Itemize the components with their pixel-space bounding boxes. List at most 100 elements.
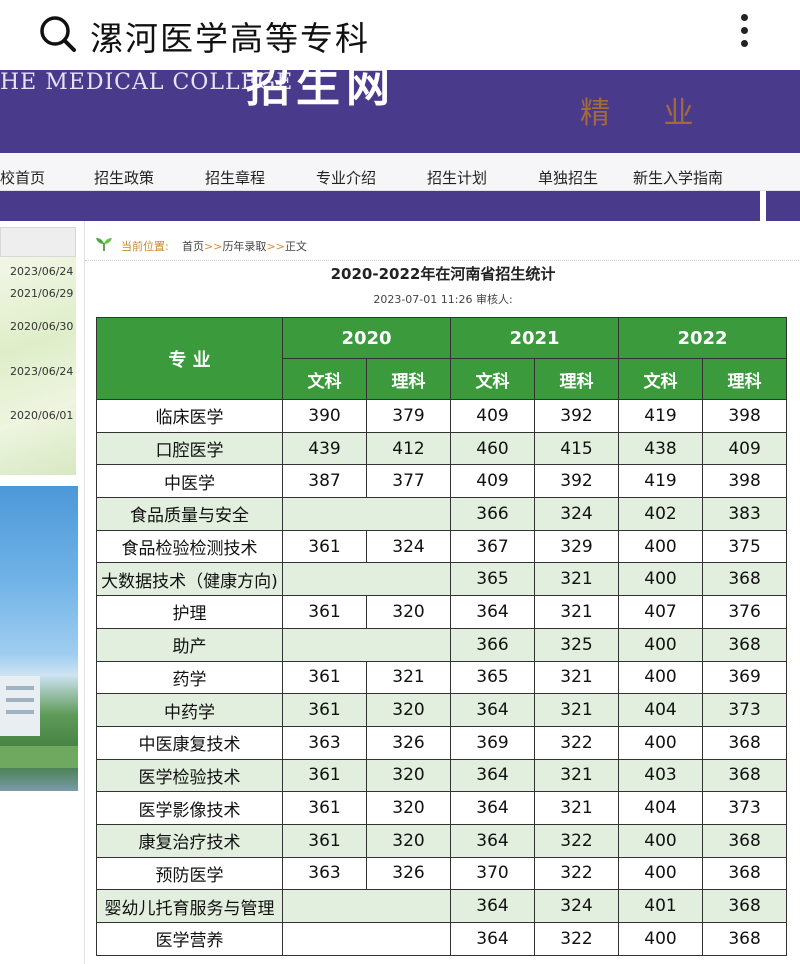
score-cell: 400 — [618, 627, 704, 662]
score-cell: 400 — [618, 856, 704, 891]
more-vertical-icon[interactable] — [736, 10, 752, 54]
score-cell: 400 — [618, 562, 704, 597]
search-icon[interactable] — [38, 14, 78, 54]
major-header: 专 业 — [96, 317, 283, 400]
score-cell: 329 — [534, 529, 620, 564]
score-cell: 364 — [450, 922, 536, 956]
table-row: 食品检验检测技术 361 324 367 329 400 375 — [96, 529, 788, 564]
score-cell: 400 — [618, 660, 704, 695]
score-cell: 400 — [618, 823, 704, 858]
major-cell: 婴幼儿托育服务与管理 — [96, 889, 283, 923]
score-cell: 401 — [618, 889, 704, 923]
score-cell: 364 — [450, 595, 536, 629]
nav-sub-bar-divider — [760, 191, 766, 221]
score-cell: 409 — [450, 464, 536, 499]
score-cell: 368 — [702, 856, 788, 891]
left-sidebar: 2023/06/24 2021/06/29 2020/06/30 2023/06… — [0, 221, 78, 964]
major-cell: 食品检验检测技术 — [96, 529, 283, 564]
score-cell: 369 — [450, 725, 536, 760]
score-cell: 365 — [450, 660, 536, 695]
nav-item-majors[interactable]: 专业介绍 — [316, 167, 376, 188]
year-header: 2022 — [618, 317, 788, 359]
score-cell: 364 — [450, 758, 536, 793]
score-cell: 402 — [618, 497, 704, 531]
score-cell: 321 — [534, 693, 620, 727]
table-row: 预防医学 363 326 370 322 400 368 — [96, 856, 788, 891]
breadcrumb-home[interactable]: 首页 — [182, 240, 204, 253]
score-cell: 412 — [365, 431, 452, 466]
score-cell: 361 — [282, 823, 367, 858]
empty-score-cell — [281, 922, 452, 956]
nav-item-home[interactable]: 校首页 — [0, 167, 45, 188]
science-header: 理科 — [365, 358, 452, 400]
score-cell: 404 — [618, 693, 704, 727]
breadcrumb-separator: >> — [204, 240, 223, 253]
score-cell: 377 — [365, 464, 452, 499]
table-row: 药学 361 321 365 321 400 369 — [96, 660, 788, 695]
score-cell: 369 — [702, 660, 788, 695]
nav-item-charter[interactable]: 招生章程 — [205, 167, 265, 188]
score-cell: 409 — [702, 431, 788, 466]
campus-photo — [0, 486, 78, 791]
score-cell: 383 — [702, 497, 788, 531]
score-cell: 320 — [365, 693, 452, 727]
major-cell: 药学 — [96, 660, 283, 695]
table-row: 康复治疗技术 361 320 364 322 400 368 — [96, 823, 788, 858]
score-cell: 407 — [618, 595, 704, 629]
nav-item-freshman-guide[interactable]: 新生入学指南 — [633, 167, 723, 188]
nav-sub-bar — [0, 191, 800, 221]
table-row: 医学检验技术 361 320 364 321 403 368 — [96, 758, 788, 793]
sprout-icon — [96, 238, 112, 251]
score-cell: 390 — [282, 399, 367, 433]
major-cell: 大数据技术（健康方向) — [96, 562, 283, 597]
news-date[interactable]: 2021/06/29 — [10, 287, 73, 300]
empty-score-cell — [281, 627, 452, 662]
score-cell: 324 — [534, 497, 620, 531]
major-cell: 中药学 — [96, 693, 283, 727]
score-cell: 368 — [702, 889, 788, 923]
main-nav: 校首页 招生政策 招生章程 专业介绍 招生计划 单独招生 新生入学指南 — [0, 153, 800, 191]
score-cell: 321 — [534, 660, 620, 695]
score-cell: 321 — [365, 660, 452, 695]
score-cell: 326 — [365, 725, 452, 760]
search-query[interactable]: 漯河医学高等专科 — [90, 12, 370, 60]
table-row: 护理 361 320 364 321 407 376 — [96, 595, 788, 629]
score-cell: 321 — [534, 562, 620, 597]
major-cell: 医学影像技术 — [96, 791, 283, 825]
nav-item-plan[interactable]: 招生计划 — [427, 167, 487, 188]
major-cell: 护理 — [96, 595, 283, 629]
table-row: 中医学 387 377 409 392 419 398 — [96, 464, 788, 499]
score-cell: 439 — [282, 431, 367, 466]
news-date[interactable]: 2023/06/24 — [10, 365, 73, 378]
score-cell: 398 — [702, 399, 788, 433]
nav-item-policy[interactable]: 招生政策 — [94, 167, 154, 188]
score-cell: 368 — [702, 922, 788, 956]
score-cell: 368 — [702, 758, 788, 793]
score-cell: 373 — [702, 791, 788, 825]
score-cell: 368 — [702, 725, 788, 760]
nav-item-independent[interactable]: 单独招生 — [538, 167, 598, 188]
score-cell: 366 — [450, 627, 536, 662]
breadcrumb-history[interactable]: 历年录取 — [222, 240, 266, 253]
score-cell: 400 — [618, 529, 704, 564]
news-date[interactable]: 2020/06/30 — [10, 320, 73, 333]
score-cell: 322 — [534, 725, 620, 760]
table-row: 临床医学 390 379 409 392 419 398 — [96, 399, 788, 433]
score-cell: 364 — [450, 889, 536, 923]
banner-calligraphy: 精 业 — [580, 96, 716, 131]
major-cell: 中医学 — [96, 464, 283, 499]
score-cell: 400 — [618, 725, 704, 760]
score-cell: 438 — [618, 431, 704, 466]
score-cell: 392 — [534, 464, 620, 499]
year-header: 2021 — [450, 317, 620, 359]
breadcrumb-separator: >> — [266, 240, 285, 253]
site-banner: HE MEDICAL COLLEGE 招生网 精 业 — [0, 70, 800, 153]
score-cell: 322 — [534, 856, 620, 891]
search-bar[interactable]: 漯河医学高等专科 — [0, 0, 800, 70]
score-cell: 364 — [450, 791, 536, 825]
news-date[interactable]: 2023/06/24 — [10, 265, 73, 278]
score-cell: 366 — [450, 497, 536, 531]
table-row: 中医康复技术 363 326 369 322 400 368 — [96, 725, 788, 760]
news-date[interactable]: 2020/06/01 — [10, 409, 73, 422]
score-cell: 361 — [282, 758, 367, 793]
